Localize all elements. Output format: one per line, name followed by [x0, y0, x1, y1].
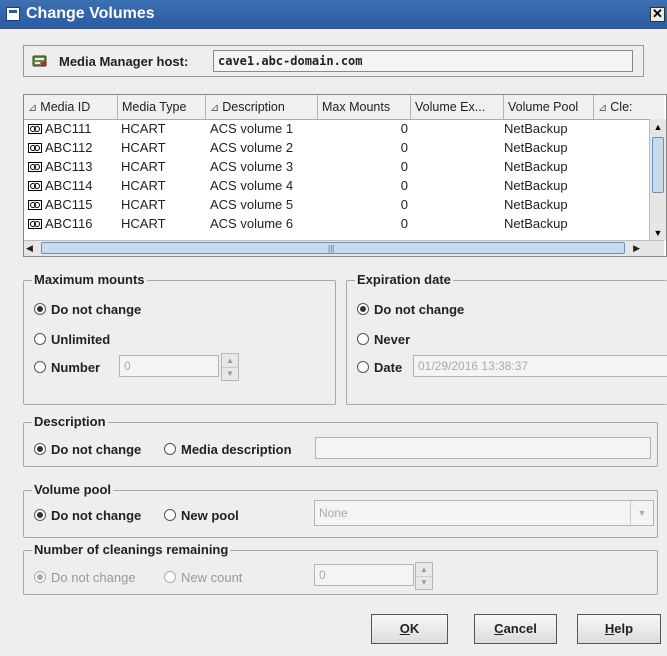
- column-header-media-type[interactable]: Media Type: [118, 95, 206, 119]
- close-icon[interactable]: ✕: [650, 7, 665, 22]
- scroll-up-icon[interactable]: ▲: [650, 119, 666, 135]
- volumes-table[interactable]: ⊿ Media ID Media Type ⊿ Description Max …: [23, 94, 667, 257]
- new-pool-radio[interactable]: New pool: [164, 508, 239, 523]
- table-row[interactable]: ABC115 HCART ACS volume 5 0 NetBackup: [24, 195, 646, 214]
- column-header-media-id[interactable]: ⊿ Media ID: [24, 95, 118, 119]
- expiration-date-field[interactable]: 01/29/2016 13:38:37: [413, 355, 667, 377]
- radio-selected-icon: [34, 303, 46, 315]
- spin-up-icon[interactable]: ▲: [416, 563, 432, 577]
- column-header-description[interactable]: ⊿ Description: [206, 95, 318, 119]
- maximum-mounts-title: Maximum mounts: [32, 272, 147, 287]
- sort-icon: ⊿: [210, 102, 223, 114]
- maximum-mounts-group: Maximum mounts Do not change Unlimited N…: [23, 272, 336, 405]
- expiration-never-radio[interactable]: Never: [357, 332, 410, 347]
- radio-icon: [164, 571, 176, 583]
- host-panel: Media Manager host: cave1.abc-domain.com: [23, 45, 644, 77]
- scroll-left-icon[interactable]: ◀: [26, 241, 33, 256]
- description-do-not-change-radio[interactable]: Do not change: [34, 442, 141, 457]
- cleanings-do-not-change-radio[interactable]: Do not change: [34, 570, 136, 585]
- new-count-spinner[interactable]: ▲ ▼: [415, 562, 433, 590]
- radio-icon: [357, 361, 369, 373]
- expiration-date-group: Expiration date Do not change Never Date…: [346, 272, 667, 405]
- max-mounts-number-field[interactable]: 0: [119, 355, 219, 377]
- scroll-down-icon[interactable]: ▼: [650, 225, 666, 241]
- expiration-date-radio[interactable]: Date: [357, 360, 402, 375]
- expiration-do-not-change-radio[interactable]: Do not change: [357, 302, 464, 317]
- media-description-radio[interactable]: Media description: [164, 442, 292, 457]
- new-pool-dropdown[interactable]: None ▼: [314, 500, 654, 526]
- tape-icon: [28, 124, 42, 134]
- table-row[interactable]: ABC116 HCART ACS volume 6 0 NetBackup: [24, 214, 646, 233]
- scroll-right-icon[interactable]: ▶: [633, 241, 640, 256]
- tape-icon: [28, 219, 42, 229]
- radio-icon: [164, 443, 176, 455]
- host-field[interactable]: cave1.abc-domain.com: [213, 50, 633, 72]
- table-body: ABC111 HCART ACS volume 1 0 NetBackup AB…: [24, 119, 646, 241]
- sort-icon: ⊿: [598, 102, 611, 114]
- window-icon: [6, 7, 20, 21]
- radio-icon: [164, 509, 176, 521]
- chevron-down-icon[interactable]: ▼: [630, 501, 653, 525]
- new-pool-value: None: [319, 506, 348, 520]
- horizontal-scrollbar[interactable]: ◀ ||| ▶: [24, 240, 664, 256]
- radio-selected-icon: [34, 509, 46, 521]
- volume-pool-title: Volume pool: [32, 482, 114, 497]
- radio-icon: [34, 361, 46, 373]
- radio-selected-icon: [357, 303, 369, 315]
- radio-icon: [357, 333, 369, 345]
- column-header-volume-expiration[interactable]: Volume Ex...: [411, 95, 504, 119]
- cleanings-group: Number of cleanings remaining Do not cha…: [23, 542, 658, 595]
- grip-icon: |||: [328, 244, 335, 253]
- table-row[interactable]: ABC111 HCART ACS volume 1 0 NetBackup: [24, 119, 646, 138]
- max-mounts-unlimited-radio[interactable]: Unlimited: [34, 332, 110, 347]
- media-description-field[interactable]: [315, 437, 651, 459]
- description-title: Description: [32, 414, 108, 429]
- cancel-button[interactable]: Cancel: [474, 614, 557, 644]
- new-count-radio[interactable]: New count: [164, 570, 242, 585]
- vertical-scroll-thumb[interactable]: [652, 137, 664, 193]
- table-row[interactable]: ABC112 HCART ACS volume 2 0 NetBackup: [24, 138, 646, 157]
- ok-button[interactable]: OK: [371, 614, 448, 644]
- volume-pool-do-not-change-radio[interactable]: Do not change: [34, 508, 141, 523]
- tape-icon: [28, 200, 42, 210]
- description-group: Description Do not change Media descript…: [23, 414, 658, 467]
- server-icon: [32, 55, 47, 67]
- column-header-max-mounts[interactable]: Max Mounts: [318, 95, 411, 119]
- radio-selected-icon: [34, 571, 46, 583]
- table-header: ⊿ Media ID Media Type ⊿ Description Max …: [24, 95, 664, 120]
- max-mounts-spinner[interactable]: ▲ ▼: [221, 353, 239, 381]
- table-row[interactable]: ABC113 HCART ACS volume 3 0 NetBackup: [24, 157, 646, 176]
- column-header-volume-pool[interactable]: Volume Pool: [504, 95, 594, 119]
- column-header-cleanings[interactable]: ⊿ Cle:: [594, 95, 664, 119]
- table-row[interactable]: ABC114 HCART ACS volume 4 0 NetBackup: [24, 176, 646, 195]
- dialog-title: Change Volumes: [26, 5, 155, 22]
- spin-down-icon[interactable]: ▼: [416, 576, 432, 589]
- horizontal-scroll-thumb[interactable]: |||: [41, 242, 625, 254]
- new-count-field[interactable]: 0: [314, 564, 414, 586]
- expiration-date-title: Expiration date: [355, 272, 453, 287]
- spin-up-icon[interactable]: ▲: [222, 354, 238, 368]
- help-button[interactable]: Help: [577, 614, 661, 644]
- sort-icon: ⊿: [28, 102, 41, 114]
- tape-icon: [28, 181, 42, 191]
- volume-pool-group: Volume pool Do not change New pool None …: [23, 482, 658, 538]
- change-volumes-dialog: Change Volumes ✕ Media Manager host: cav…: [0, 0, 667, 656]
- max-mounts-number-radio[interactable]: Number: [34, 360, 100, 375]
- radio-selected-icon: [34, 443, 46, 455]
- max-mounts-do-not-change-radio[interactable]: Do not change: [34, 302, 141, 317]
- tape-icon: [28, 162, 42, 172]
- cleanings-title: Number of cleanings remaining: [32, 542, 231, 557]
- tape-icon: [28, 143, 42, 153]
- radio-icon: [34, 333, 46, 345]
- title-bar[interactable]: Change Volumes ✕: [0, 0, 667, 29]
- host-label: Media Manager host:: [59, 54, 189, 69]
- spin-down-icon[interactable]: ▼: [222, 367, 238, 380]
- vertical-scrollbar[interactable]: ▲ ▼: [649, 119, 666, 241]
